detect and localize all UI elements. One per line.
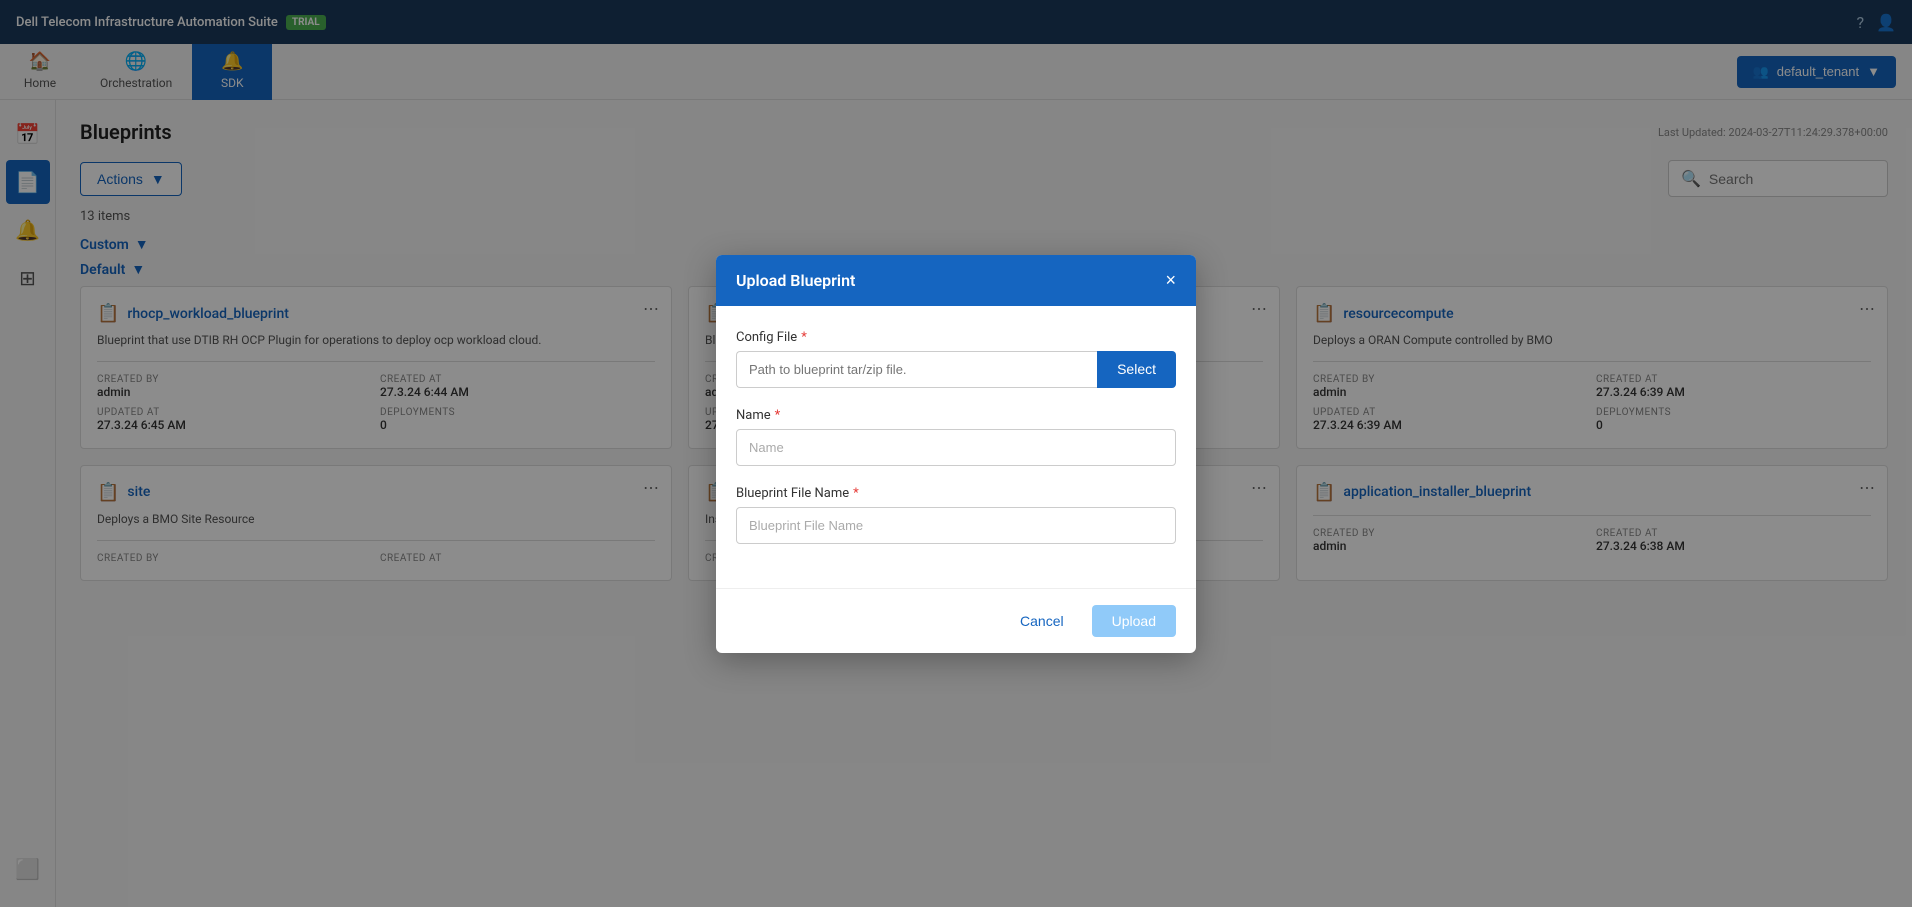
modal-body: Config File * Select Name * Blue <box>716 306 1196 588</box>
name-input[interactable] <box>736 429 1176 466</box>
config-file-group: Config File * Select <box>736 330 1176 388</box>
file-input-row: Select <box>736 351 1176 388</box>
modal-overlay: Upload Blueprint × Config File * Select … <box>0 0 1912 907</box>
modal-title: Upload Blueprint <box>736 271 855 290</box>
modal-close-button[interactable]: × <box>1165 271 1176 289</box>
name-group: Name * <box>736 408 1176 466</box>
blueprint-file-name-label: Blueprint File Name * <box>736 486 1176 501</box>
modal-header: Upload Blueprint × <box>716 255 1196 306</box>
cancel-button[interactable]: Cancel <box>1004 605 1080 637</box>
select-button[interactable]: Select <box>1097 351 1176 388</box>
required-star: * <box>853 486 859 501</box>
name-label: Name * <box>736 408 1176 423</box>
config-file-label: Config File * <box>736 330 1176 345</box>
modal-footer: Cancel Upload <box>716 588 1196 653</box>
required-star: * <box>775 408 781 423</box>
config-file-input[interactable] <box>736 351 1097 388</box>
blueprint-file-name-input[interactable] <box>736 507 1176 544</box>
upload-button[interactable]: Upload <box>1092 605 1176 637</box>
upload-blueprint-modal: Upload Blueprint × Config File * Select … <box>716 255 1196 653</box>
blueprint-file-name-group: Blueprint File Name * <box>736 486 1176 544</box>
required-star: * <box>801 330 807 345</box>
